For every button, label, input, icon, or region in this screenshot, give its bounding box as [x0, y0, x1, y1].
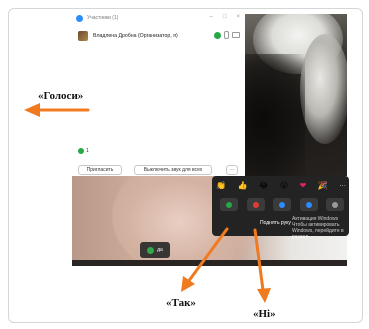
yes-count-value: 1 [86, 148, 89, 154]
faster-icon [305, 201, 312, 208]
yes-icon [226, 201, 232, 208]
more-options-button[interactable]: ··· [226, 165, 238, 175]
participants-panel: Участники (1) – □ × Владлена Дробна (Орг… [72, 10, 244, 176]
check-icon [78, 148, 84, 154]
mute-all-button[interactable]: Выключить звук для всех [134, 165, 212, 175]
raise-hand-button[interactable]: Поднять руку [260, 220, 291, 226]
video-highlight-2 [300, 34, 347, 144]
no-icon [252, 201, 259, 208]
surprised-icon[interactable]: 😮 [280, 181, 288, 191]
slower-button[interactable] [273, 198, 291, 211]
faster-button[interactable] [299, 198, 318, 211]
participant-status-icons [214, 31, 240, 39]
yes-feedback-badge: да [140, 242, 170, 258]
microphone-icon[interactable] [224, 31, 229, 39]
window-controls: – □ × [210, 13, 240, 21]
votes-annotation: «Голоси» [38, 90, 84, 102]
zoom-logo-icon [76, 14, 83, 22]
clap-icon[interactable]: 👏 [216, 181, 226, 191]
yes-button[interactable] [220, 198, 238, 211]
participant-row[interactable]: Владлена Дробна (Организатор, я) [78, 29, 244, 43]
minimize-button[interactable]: – [210, 13, 213, 21]
video-shadow [245, 54, 305, 176]
yes-count: 1 [78, 148, 89, 154]
laugh-icon[interactable]: 😂 [259, 181, 268, 191]
avatar [78, 31, 88, 41]
more-reactions-icon[interactable]: ··· [339, 181, 346, 191]
maximize-button[interactable]: □ [223, 13, 227, 21]
close-button[interactable]: × [236, 13, 240, 21]
windows-activation-watermark: Активация Windows Чтобы активировать Win… [292, 216, 344, 240]
thumbs-up-icon[interactable]: 👍 [237, 181, 247, 191]
feedback-actions [220, 198, 344, 212]
panel-title: Участники (1) [87, 15, 119, 21]
away-button[interactable] [326, 198, 344, 211]
no-annotation: «Ні» [253, 308, 276, 320]
heart-icon[interactable]: ❤ [300, 181, 307, 191]
participant-video-top [245, 14, 347, 176]
invite-button[interactable]: Пригласить [78, 165, 122, 175]
check-icon [147, 246, 155, 254]
no-button[interactable] [246, 198, 265, 211]
slower-icon [279, 201, 285, 208]
video-bottom-edge [72, 260, 347, 266]
camera-icon[interactable] [232, 32, 240, 38]
participant-name: Владлена Дробна (Организатор, я) [93, 33, 178, 39]
status-ok-icon [214, 31, 221, 39]
party-icon[interactable]: 🎉 [318, 181, 328, 191]
badge-text: да [157, 247, 163, 253]
emoji-reactions: 👏 👍 😂 😮 ❤ 🎉 ··· [216, 179, 346, 193]
away-icon [332, 201, 338, 208]
panel-titlebar: Участники (1) – □ × [72, 10, 244, 26]
yes-annotation: «Так» [166, 297, 196, 309]
